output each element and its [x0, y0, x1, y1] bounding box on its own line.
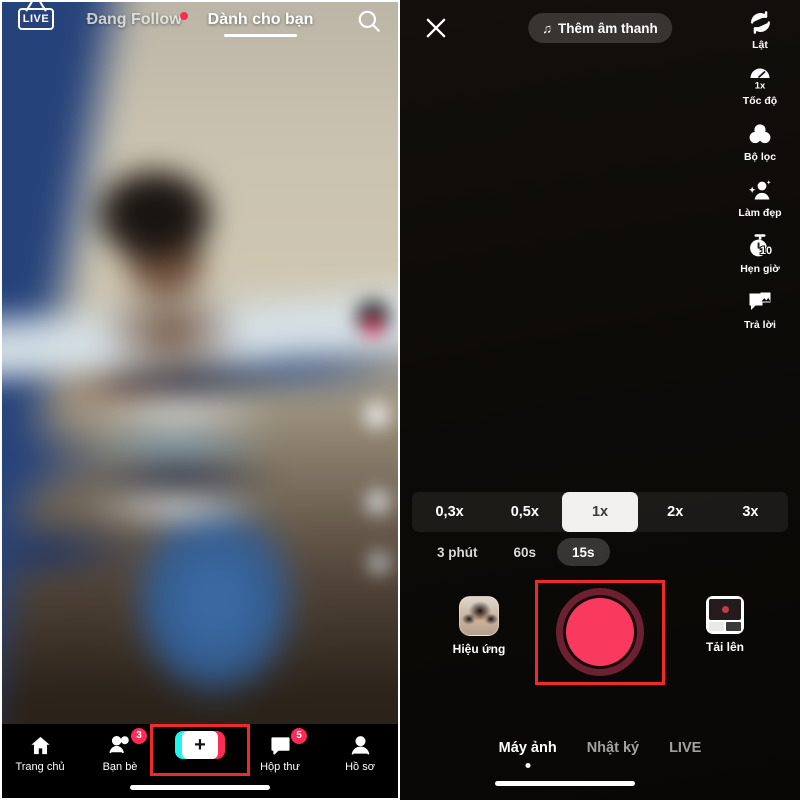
- duration-option-3-phut[interactable]: 3 phút: [422, 538, 493, 566]
- speed-option-3x[interactable]: 3x: [713, 492, 788, 532]
- speed-selector: 0,3x 0,5x 1x 2x 3x: [412, 492, 788, 532]
- feed-tabs: Đang Follow Dành cho bạn: [0, 0, 400, 42]
- nav-item-ho-so[interactable]: Hồ sơ: [325, 733, 395, 773]
- timer-icon: 10: [747, 232, 773, 260]
- duration-selector: 3 phút 60s 15s: [422, 538, 610, 566]
- music-note-icon: ♫: [542, 20, 552, 36]
- effects-thumbnail-icon: [459, 596, 499, 636]
- beautify-icon: [747, 176, 774, 204]
- reply-icon: [747, 288, 773, 316]
- mode-nhat-ky[interactable]: Nhật ký: [587, 740, 639, 758]
- tool-hen-gio[interactable]: 10 Hẹn giờ: [729, 232, 791, 275]
- like-icon[interactable]: [356, 300, 390, 336]
- tool-lam-dep[interactable]: Làm đẹp: [729, 176, 791, 219]
- camera-tools-sidebar: Lật 1x Tốc độ Bộ lọc Làm đẹp 10 Hẹn giờ …: [728, 8, 792, 331]
- tool-label-tra-loi: Trả lời: [744, 319, 776, 331]
- speed-gauge-icon: 1x: [747, 64, 773, 92]
- upload-label: Tải lên: [705, 640, 744, 654]
- nav-label-ban-be: Bạn bè: [102, 761, 138, 773]
- tool-lat[interactable]: Lật: [729, 8, 791, 51]
- tool-tra-loi[interactable]: Trả lời: [729, 288, 791, 331]
- tool-label-bo-loc: Bộ lọc: [743, 151, 777, 163]
- effects-button[interactable]: Hiệu ứng: [442, 596, 516, 656]
- speed-option-2x[interactable]: 2x: [638, 492, 713, 532]
- add-sound-button[interactable]: ♫ Thêm âm thanh: [528, 13, 672, 43]
- filters-icon: [747, 120, 773, 148]
- feed-action-rail[interactable]: [348, 290, 396, 590]
- upload-thumbnail-icon: [706, 596, 744, 634]
- tool-label-hen-gio: Hẹn giờ: [740, 263, 780, 275]
- tool-toc-do[interactable]: 1x Tốc độ: [729, 64, 791, 107]
- home-indicator: [130, 785, 270, 790]
- upload-button[interactable]: Tải lên: [688, 596, 762, 654]
- nav-label-hop-thu: Hộp thư: [260, 761, 300, 773]
- create-plus-icon[interactable]: +: [175, 731, 225, 759]
- feed-top-bar: LIVE Đang Follow Dành cho bạn: [0, 0, 400, 40]
- nav-item-trang-chu[interactable]: Trang chủ: [5, 733, 75, 773]
- mode-may-anh[interactable]: Máy ảnh: [499, 740, 557, 758]
- tool-label-lam-dep: Làm đẹp: [738, 207, 782, 219]
- profile-icon: [349, 733, 372, 757]
- record-button[interactable]: [556, 588, 644, 676]
- share-icon[interactable]: [368, 552, 390, 574]
- svg-text:10: 10: [760, 245, 772, 257]
- blurred-photo: [0, 0, 400, 760]
- live-dot-icon: [179, 11, 188, 20]
- home-icon: [29, 733, 52, 757]
- tab-danh-cho-ban-label: Dành cho bạn: [207, 10, 314, 28]
- speed-option-1x[interactable]: 1x: [562, 492, 638, 532]
- duration-option-15s[interactable]: 15s: [557, 538, 610, 566]
- camera-screen: ♫ Thêm âm thanh Lật 1x Tốc độ Bộ lọc Làm…: [400, 0, 800, 800]
- nav-item-hop-thu[interactable]: 5 Hộp thư: [245, 728, 315, 773]
- tool-bo-loc[interactable]: Bộ lọc: [729, 120, 791, 163]
- badge-hop-thu: 5: [291, 728, 307, 744]
- nav-label-ho-so: Hồ sơ: [345, 761, 375, 773]
- nav-label-trang-chu: Trang chủ: [15, 761, 65, 773]
- capture-controls-row: Hiệu ứng Tải lên: [400, 580, 800, 685]
- home-indicator-camera: [495, 781, 635, 786]
- svg-text:1x: 1x: [755, 81, 766, 92]
- speed-option-05x[interactable]: 0,5x: [487, 492, 562, 532]
- tab-dang-follow[interactable]: Đang Follow: [86, 10, 188, 32]
- add-sound-label: Thêm âm thanh: [557, 20, 658, 36]
- mode-live[interactable]: LIVE: [669, 740, 701, 758]
- speed-option-03x[interactable]: 0,3x: [412, 492, 487, 532]
- duration-option-60s[interactable]: 60s: [499, 538, 552, 566]
- search-icon[interactable]: [356, 8, 382, 34]
- comment-icon[interactable]: [364, 402, 390, 428]
- screenshot-root: LIVE Đang Follow Dành cho bạn Trang chủ …: [0, 0, 800, 800]
- tab-dang-follow-label: Đang Follow: [86, 10, 182, 28]
- effects-label: Hiệu ứng: [452, 642, 506, 656]
- video-feed-content[interactable]: [0, 0, 400, 800]
- flip-camera-icon: [748, 8, 773, 36]
- nav-item-ban-be[interactable]: 3 Bạn bè: [85, 728, 155, 773]
- plus-glyph: +: [182, 731, 218, 759]
- bookmark-icon[interactable]: [366, 490, 390, 514]
- tool-label-lat: Lật: [752, 39, 768, 51]
- tool-label-toc-do: Tốc độ: [742, 95, 778, 107]
- nav-item-create[interactable]: +: [150, 724, 250, 776]
- close-icon[interactable]: [422, 14, 450, 42]
- tab-danh-cho-ban[interactable]: Dành cho bạn: [207, 10, 314, 37]
- friends-icon: [108, 733, 133, 757]
- inbox-icon: [269, 733, 292, 757]
- record-button-inner: [566, 598, 634, 666]
- feed-screen: LIVE Đang Follow Dành cho bạn Trang chủ …: [0, 0, 400, 800]
- camera-mode-tabs: Máy ảnh Nhật ký LIVE: [400, 740, 800, 758]
- badge-ban-be: 3: [131, 728, 147, 744]
